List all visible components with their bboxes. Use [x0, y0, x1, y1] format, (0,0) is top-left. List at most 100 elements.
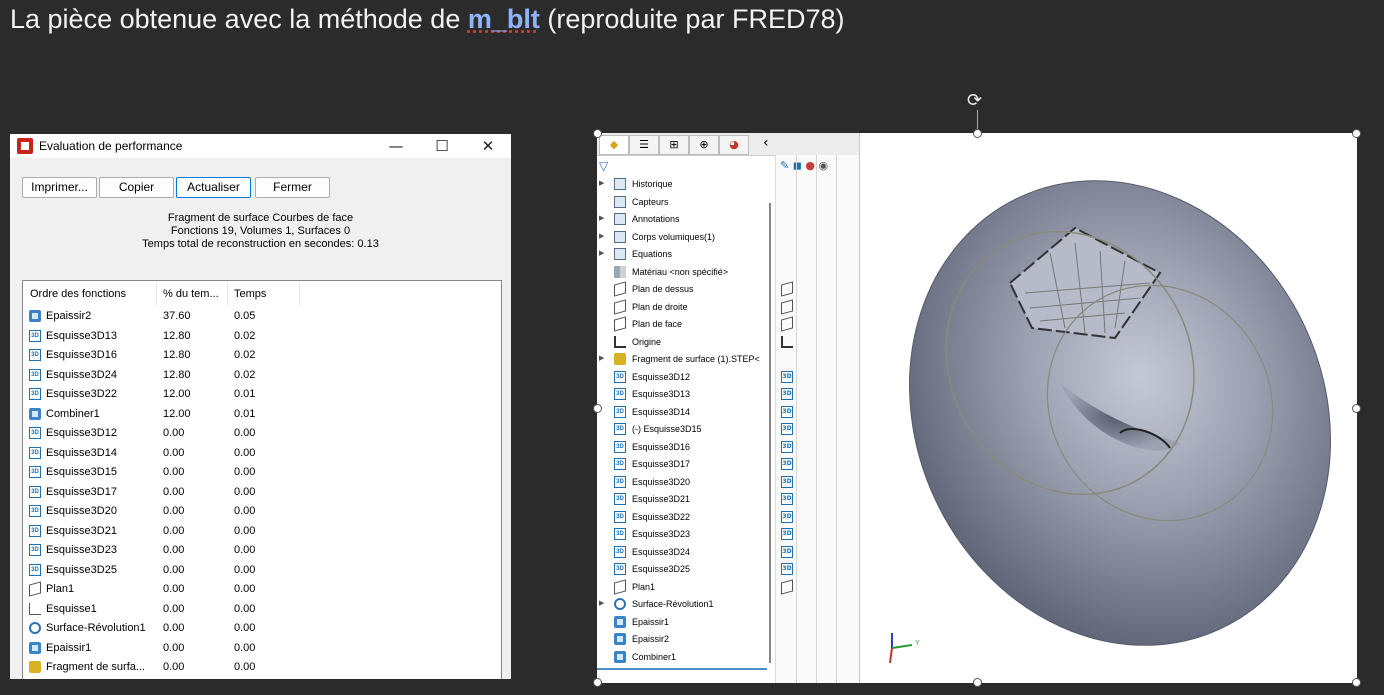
table-row[interactable]: 3D Esquisse3D22 12.00 0.01	[23, 385, 501, 404]
tree-item[interactable]: Capteurs	[597, 194, 772, 211]
sketch-icon	[29, 602, 41, 615]
print-button[interactable]: Imprimer...	[22, 177, 97, 198]
resize-handle-top-left[interactable]	[593, 129, 602, 138]
tree-item[interactable]: ▶ Fragment de surface (1).STEP<	[597, 351, 772, 368]
expand-arrow-icon[interactable]: ▶	[599, 179, 604, 187]
table-row[interactable]: 3D Esquisse3D16 12.80 0.02	[23, 346, 501, 365]
maximize-button[interactable]: ☐	[419, 134, 465, 158]
copy-button[interactable]: Copier	[99, 177, 174, 198]
table-row[interactable]: Plan1 0.00 0.00	[23, 580, 501, 599]
sketch3d-column-icon: 3D	[781, 458, 793, 470]
table-row[interactable]: Epaissir1 0.00 0.00	[23, 639, 501, 658]
tree-item[interactable]: ▶ Equations	[597, 246, 772, 263]
tree-item[interactable]: ▶ Historique	[597, 176, 772, 193]
collapse-panel-icon[interactable]: ‹	[763, 135, 769, 151]
feature-time: 0.00	[234, 524, 256, 537]
expand-arrow-icon[interactable]: ▶	[599, 249, 604, 257]
tree-item-label: Esquisse3D13	[632, 389, 691, 399]
tree-item[interactable]: Plan1	[597, 578, 772, 596]
tree-item-label: Plan de droite	[632, 301, 688, 312]
table-row[interactable]: Surface-Révolution1 0.00 0.00	[23, 619, 501, 638]
dialog-titlebar[interactable]: Evaluation de performance — ☐ ✕	[10, 134, 511, 158]
table-row[interactable]: 3D Esquisse3D25 0.00 0.00	[23, 561, 501, 580]
tree-item[interactable]: Combiner1	[597, 649, 772, 666]
table-row[interactable]: 3D Esquisse3D14 0.00 0.00	[23, 444, 501, 463]
display-manager-tab-icon[interactable]: ◕	[719, 135, 749, 155]
tree-item[interactable]: 3D (-) Esquisse3D15	[597, 421, 772, 438]
tree-item[interactable]: ▶ Corps volumiques(1)	[597, 229, 772, 246]
table-row[interactable]: 3D Esquisse3D24 12.80 0.02	[23, 366, 501, 385]
tree-item[interactable]: 3D Esquisse3D25	[597, 561, 772, 578]
tree-item[interactable]: 3D Esquisse3D17	[597, 456, 772, 473]
table-row[interactable]: Epaissir2 37.60 0.05	[23, 307, 501, 326]
feature-time: 0.00	[234, 544, 256, 556]
resize-handle-bottom-right[interactable]	[1352, 678, 1361, 687]
featuremanager-tab-icon[interactable]: ◆	[599, 135, 629, 155]
minimize-button[interactable]: —	[373, 134, 419, 158]
plane-icon	[614, 298, 626, 315]
appearance-icon[interactable]: ●	[805, 159, 815, 172]
column-header-order[interactable]: Ordre des fonctions	[30, 288, 126, 300]
table-row[interactable]: 3D Esquisse3D21 0.00 0.00	[23, 522, 501, 541]
tree-item[interactable]: 3D Esquisse3D13	[597, 386, 772, 403]
table-row[interactable]: 3D Esquisse3D13 12.80 0.02	[23, 327, 501, 346]
tree-item[interactable]: 3D Esquisse3D22	[597, 509, 772, 526]
torus-part[interactable]	[860, 133, 1357, 683]
tree-item[interactable]: 3D Esquisse3D21	[597, 491, 772, 508]
tree-item[interactable]: 3D Esquisse3D14	[597, 404, 772, 421]
configurationmanager-tab-icon[interactable]: ⊞	[659, 135, 689, 155]
eye-icon[interactable]: ◉	[818, 159, 828, 172]
tree-scrollbar[interactable]	[769, 203, 771, 663]
tree-item[interactable]: Plan de face	[597, 316, 772, 333]
tree-item[interactable]: ▶ Annotations	[597, 211, 772, 228]
resize-handle-right[interactable]	[1352, 404, 1361, 413]
table-row[interactable]: 3D Esquisse3D12 0.00 0.00	[23, 424, 501, 443]
resize-handle-bottom[interactable]	[973, 678, 982, 687]
column-header-percent[interactable]: % du tem...	[163, 288, 219, 300]
expand-arrow-icon[interactable]: ▶	[599, 599, 604, 607]
table-row[interactable]: 3D Esquisse3D15 0.00 0.00	[23, 463, 501, 482]
table-row[interactable]: 3D Esquisse3D23 0.00 0.00	[23, 541, 501, 560]
rollback-bar[interactable]	[597, 668, 767, 670]
resize-handle-top[interactable]	[973, 129, 982, 138]
resize-handle-left[interactable]	[593, 404, 602, 413]
column-header-time[interactable]: Temps	[234, 288, 266, 300]
dimxpert-tab-icon[interactable]: ⊕	[689, 135, 719, 155]
close-button[interactable]: Fermer	[255, 177, 330, 198]
rotate-handle-icon[interactable]: ⟳	[967, 90, 982, 111]
tree-item[interactable]: 3D Esquisse3D23	[597, 526, 772, 543]
refresh-button[interactable]: Actualiser	[176, 177, 251, 198]
sketch3d-icon: 3D	[29, 349, 41, 361]
table-row[interactable]: Esquisse1 0.00 0.00	[23, 600, 501, 619]
filter-icon[interactable]: ▽	[599, 159, 608, 173]
table-row[interactable]: 3D Esquisse3D20 0.00 0.00	[23, 502, 501, 521]
plane-column-icon	[781, 281, 793, 297]
tree-item[interactable]: 3D Esquisse3D16	[597, 439, 772, 456]
expand-arrow-icon[interactable]: ▶	[599, 354, 604, 362]
tree-item[interactable]: 3D Esquisse3D12	[597, 369, 772, 386]
feature-timing-list[interactable]: Ordre des fonctions % du tem... Temps Ep…	[22, 280, 502, 679]
tree-item[interactable]: 3D Esquisse3D24	[597, 544, 772, 561]
tree-item[interactable]: Matériau <non spécifié>	[597, 264, 772, 281]
tree-item-label: Esquisse3D12	[632, 371, 691, 382]
tree-item[interactable]: Origine	[597, 334, 772, 351]
feature-time: 0.00	[234, 446, 256, 459]
table-row[interactable]: Combiner1 12.00 0.01	[23, 405, 501, 424]
expand-arrow-icon[interactable]: ▶	[599, 232, 604, 240]
resize-handle-top-right[interactable]	[1352, 129, 1361, 138]
tree-item[interactable]: Epaissir2	[597, 631, 772, 648]
tree-item[interactable]: Plan de droite	[597, 298, 772, 316]
resize-handle-bottom-left[interactable]	[593, 678, 602, 687]
tree-item[interactable]: Plan de dessus	[597, 281, 772, 298]
tree-item[interactable]: 3D Esquisse3D20	[597, 474, 772, 491]
table-row[interactable]: 3D Esquisse3D17 0.00 0.00	[23, 483, 501, 502]
model-viewport[interactable]: Y	[860, 133, 1357, 683]
cube-icon[interactable]: ◼	[793, 159, 802, 172]
tree-item[interactable]: ▶ Surface-Révolution1	[597, 596, 772, 613]
tree-item[interactable]: Epaissir1	[597, 614, 772, 631]
expand-arrow-icon[interactable]: ▶	[599, 214, 604, 222]
table-row[interactable]: Fragment de surfa... 0.00 0.00	[23, 658, 501, 677]
propertymanager-tab-icon[interactable]: ☰	[629, 135, 659, 155]
pencil-icon[interactable]: ✎	[780, 159, 789, 172]
close-window-button[interactable]: ✕	[465, 134, 511, 158]
